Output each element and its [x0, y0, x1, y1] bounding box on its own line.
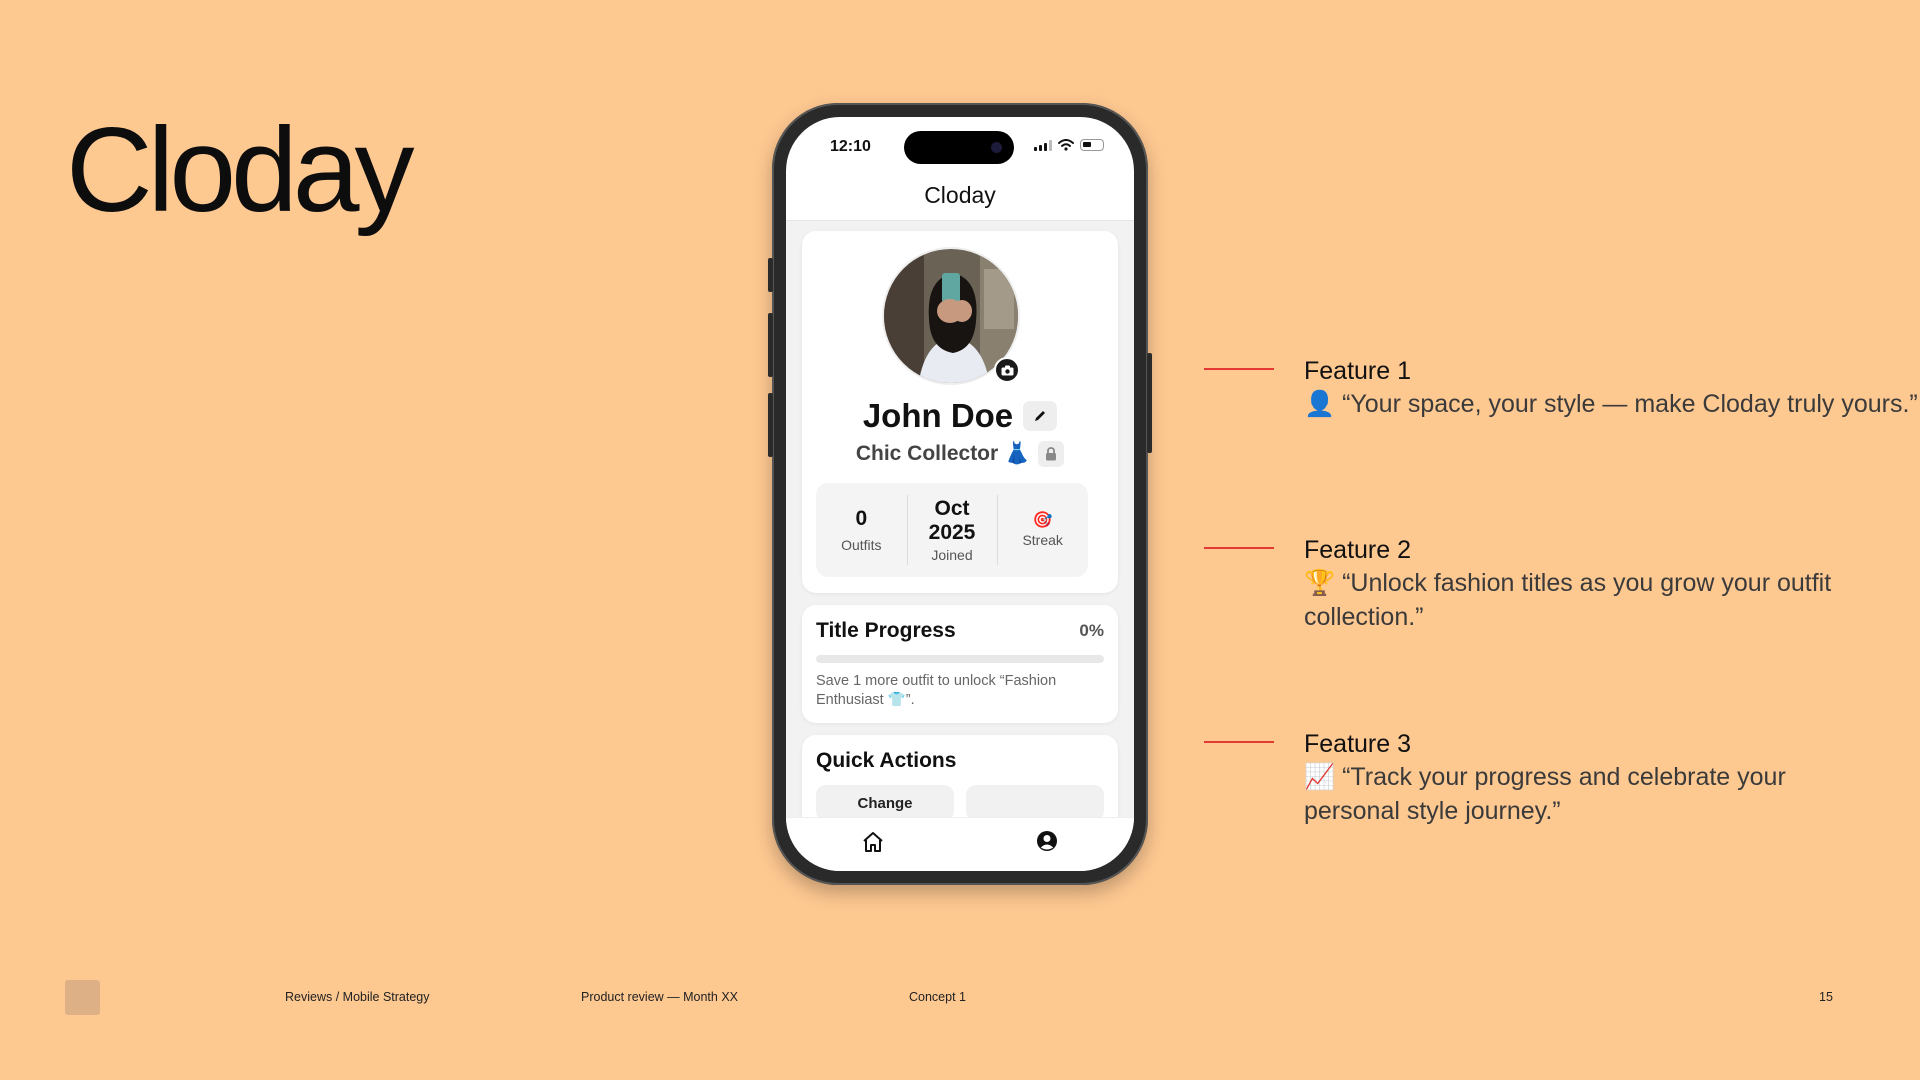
pencil-icon	[1035, 411, 1046, 421]
home-icon	[863, 832, 883, 852]
feature-1-name: Feature 1	[1304, 357, 1412, 385]
name-row: John Doe	[802, 397, 1118, 435]
phone-mockup: 12:10 Cloday John Doe Chic Collector 👗 0…	[768, 103, 1152, 885]
user-fashion-title: Chic Collector 👗	[855, 442, 1031, 465]
title-progress-bar	[816, 655, 1104, 663]
footer-logo-square	[65, 980, 100, 1015]
footer-breadcrumb: Reviews / Mobile Strategy	[285, 990, 430, 1004]
phone-power-button	[1147, 353, 1152, 453]
stat-joined: Oct 2025 Joined	[906, 483, 998, 577]
feature-3-connector-line	[1204, 741, 1274, 743]
status-time: 12:10	[830, 138, 871, 155]
tab-bar	[786, 817, 1134, 871]
stat-value: Oct 2025	[928, 496, 976, 544]
feature-3-description: 📈 “Track your progress and celebrate you…	[1304, 763, 1786, 825]
title-row: Chic Collector 👗	[802, 441, 1118, 467]
stat-outfits: 0 Outfits	[816, 483, 907, 577]
stat-streak: 🎯 Streak	[997, 483, 1088, 577]
quick-actions-card: Quick Actions Change	[802, 735, 1118, 817]
app-header: Cloday	[786, 173, 1134, 221]
target-icon: 🎯	[1032, 511, 1053, 529]
signal-icon	[1034, 139, 1052, 151]
front-camera	[991, 142, 1002, 153]
feature-3-name: Feature 3	[1304, 730, 1412, 758]
title-progress-hint: Save 1 more outfit to unlock “Fashion En…	[816, 673, 1057, 708]
footer-concept-label: Concept 1	[909, 990, 966, 1004]
profile-stats: 0 Outfits Oct 2025 Joined 🎯 Streak	[816, 483, 1088, 577]
battery-icon	[1080, 139, 1104, 151]
tab-profile[interactable]	[960, 818, 1134, 871]
edit-name-button[interactable]	[1023, 401, 1058, 431]
feature-2-description: 🏆 “Unlock fashion titles as you grow you…	[1304, 569, 1832, 631]
change-photo-button[interactable]	[994, 357, 1020, 383]
phone-volume-down-button	[768, 393, 773, 457]
stat-label: Joined	[931, 547, 973, 564]
phone-screen: 12:10 Cloday John Doe Chic Collector 👗 0…	[786, 117, 1134, 871]
wifi-icon	[1058, 139, 1074, 151]
slide-title: Cloday	[66, 103, 415, 237]
stat-value: 0	[855, 506, 868, 530]
tab-home[interactable]	[786, 818, 960, 871]
lock-icon	[1046, 447, 1057, 461]
title-progress-card: Title Progress 0% Save 1 more outfit to …	[802, 605, 1118, 723]
status-bar: 12:10	[786, 117, 1134, 173]
camera-icon	[1001, 365, 1013, 375]
title-progress-heading: Title Progress	[816, 619, 956, 642]
user-name: John Doe	[862, 397, 1014, 434]
profile-icon	[1037, 831, 1057, 851]
stat-label: Streak	[1022, 532, 1063, 549]
profile-scroll-area[interactable]: John Doe Chic Collector 👗 0 Outfits Oct …	[786, 221, 1134, 817]
stat-label: Outfits	[841, 537, 882, 554]
phone-action-button	[768, 258, 773, 292]
quick-action-button[interactable]	[966, 785, 1104, 817]
feature-1-connector-line	[1204, 368, 1274, 370]
profile-card: John Doe Chic Collector 👗 0 Outfits Oct …	[802, 231, 1118, 593]
feature-2-name: Feature 2	[1304, 536, 1412, 564]
feature-1-description: 👤 “Your space, your style — make Cloday …	[1304, 390, 1918, 418]
quick-action-change-button[interactable]: Change	[816, 785, 954, 817]
phone-volume-up-button	[768, 313, 773, 377]
title-lock-button[interactable]	[1038, 441, 1065, 467]
footer-page-number: 15	[1819, 990, 1833, 1004]
title-progress-percent: 0%	[1079, 621, 1104, 640]
dynamic-island	[904, 131, 1014, 164]
quick-actions-heading: Quick Actions	[816, 749, 957, 772]
footer-review-label: Product review — Month XX	[581, 990, 739, 1004]
status-icons	[1034, 139, 1104, 151]
feature-2-connector-line	[1204, 547, 1274, 549]
